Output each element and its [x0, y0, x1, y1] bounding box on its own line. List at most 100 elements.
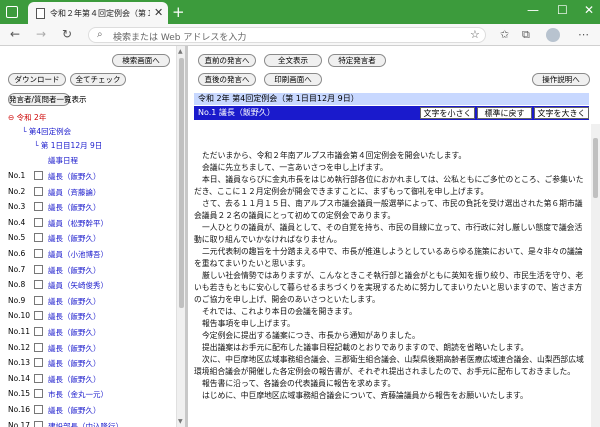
all-check-button[interactable]: 全てチェック: [70, 73, 126, 86]
full-text-button[interactable]: 全文表示: [264, 54, 322, 67]
speaker-link[interactable]: 議員（矢崎俊秀）: [48, 280, 108, 291]
list-item[interactable]: No.8 議員（矢崎俊秀）: [0, 277, 175, 293]
speaker-link[interactable]: 議長（飯野久）: [48, 405, 101, 416]
speaker-list-button[interactable]: 発言者/質問者一覧表示: [8, 93, 87, 106]
row-checkbox[interactable]: [34, 217, 43, 227]
minutes-paragraph: ただいまから、令和２年南アルプス市議会第４回定例会を開会いたします。: [202, 151, 467, 160]
favorite-star-icon[interactable]: ☆: [470, 28, 480, 41]
minutes-text: ただいまから、令和２年南アルプス市議会第４回定例会を開会いたします。 会議に先立ち…: [194, 150, 589, 402]
window-menu-icon[interactable]: [6, 6, 18, 18]
favorites-icon[interactable]: ✩: [500, 28, 509, 41]
text-larger-button[interactable]: 文字を大きく: [534, 107, 589, 119]
page-icon: [36, 8, 45, 19]
list-item[interactable]: No.2 議員（斉藤論）: [0, 184, 175, 200]
row-checkbox[interactable]: [34, 202, 43, 212]
row-number: No.8: [8, 280, 26, 290]
row-checkbox[interactable]: [34, 249, 43, 258]
row-checkbox[interactable]: [34, 186, 43, 196]
address-input[interactable]: ⌕ 検索または Web アドレスを入力: [88, 27, 486, 43]
specific-speaker-button[interactable]: 特定発言者: [328, 54, 386, 67]
speaker-link[interactable]: 建設部長（中込隆行）: [48, 421, 123, 427]
speaker-link[interactable]: 議長（飯野久）: [48, 358, 101, 369]
next-remark-button[interactable]: 直後の発言へ: [198, 73, 256, 86]
row-checkbox[interactable]: [34, 264, 43, 274]
row-checkbox[interactable]: [34, 171, 43, 180]
text-standard-button[interactable]: 標準に戻す: [477, 107, 532, 119]
row-checkbox[interactable]: [34, 280, 43, 290]
list-item[interactable]: No.1 議長（飯野久）: [0, 168, 175, 184]
row-number: No.16: [8, 405, 30, 414]
list-item[interactable]: No.9 議長（飯野久）: [0, 293, 175, 309]
close-tab-icon[interactable]: ✕: [154, 6, 163, 19]
speaker-link[interactable]: 議長（飯野久）: [48, 202, 101, 213]
tree-agenda[interactable]: 議事日程: [48, 155, 78, 166]
close-window-icon[interactable]: ✕: [584, 3, 594, 17]
print-screen-button[interactable]: 印刷画面へ: [264, 73, 322, 86]
scroll-up-icon[interactable]: ▲: [178, 48, 183, 55]
row-checkbox[interactable]: [34, 389, 43, 399]
row-checkbox[interactable]: [34, 405, 43, 414]
list-item[interactable]: No.10 議長（飯野久）: [0, 308, 175, 324]
speaker-link[interactable]: 議長（飯野久）: [48, 265, 101, 276]
minutes-frame: 直前の発言へ 全文表示 特定発言者 直後の発言へ 印刷画面へ 操作説明へ 令和 …: [188, 46, 600, 427]
list-item[interactable]: No.3 議長（飯野久）: [0, 199, 175, 215]
speaker-link[interactable]: 議員（松野幹平）: [48, 218, 108, 229]
download-button[interactable]: ダウンロード: [8, 73, 66, 86]
list-item[interactable]: No.4 議員（松野幹平）: [0, 215, 175, 231]
tree-session[interactable]: └ 第4回定例会: [22, 126, 71, 137]
row-checkbox[interactable]: [34, 233, 43, 243]
speaker-link[interactable]: 議長（飯野久）: [48, 374, 101, 385]
speaker-link[interactable]: 議長（飯野久）: [48, 171, 101, 182]
list-item[interactable]: No.14 議長（飯野久）: [0, 371, 175, 387]
row-checkbox[interactable]: [34, 358, 43, 368]
forward-icon[interactable]: →: [36, 27, 46, 41]
row-checkbox[interactable]: [34, 311, 43, 321]
maximize-icon[interactable]: ☐: [557, 3, 568, 17]
left-scrollbar[interactable]: ▲ ▼: [176, 46, 185, 427]
tree-day[interactable]: └ 第 1日目12月 9日: [34, 140, 102, 151]
list-item[interactable]: No.11 議長（飯野久）: [0, 324, 175, 340]
speaker-link[interactable]: 議員（小池博吾）: [48, 249, 108, 260]
list-item[interactable]: No.12 議長（飯野久）: [0, 340, 175, 356]
operation-help-button[interactable]: 操作説明へ: [532, 73, 590, 86]
row-checkbox[interactable]: [34, 342, 43, 352]
minutes-paragraph: 今定例会に提出する議案につき、市長から通知がありました。: [202, 331, 420, 340]
list-item[interactable]: No.6 議員（小池博吾）: [0, 246, 175, 262]
text-smaller-button[interactable]: 文字を小さく: [420, 107, 475, 119]
search-screen-button[interactable]: 検索画面へ: [112, 54, 170, 67]
row-checkbox[interactable]: [34, 420, 43, 427]
scroll-thumb[interactable]: [179, 58, 184, 308]
more-icon[interactable]: ⋯: [578, 28, 589, 41]
right-scrollbar[interactable]: [591, 124, 600, 427]
scroll-thumb[interactable]: [593, 138, 598, 198]
row-checkbox[interactable]: [34, 373, 43, 383]
new-tab-icon[interactable]: +: [172, 3, 185, 21]
list-item[interactable]: No.17 建設部長（中込隆行）: [0, 418, 175, 427]
reload-icon[interactable]: ↻: [62, 27, 72, 41]
tree-year[interactable]: ⊖ 令和 2年: [8, 112, 46, 123]
list-item[interactable]: No.15 市長（金丸一元）: [0, 386, 175, 402]
speaker-link[interactable]: 議長（飯野久）: [48, 343, 101, 354]
avatar[interactable]: [546, 28, 560, 42]
meeting-title: 令和 2年 第4回定例会（第 1日目12月 9日）: [194, 93, 589, 105]
row-checkbox[interactable]: [34, 327, 43, 336]
browser-tab[interactable]: 令和２年第４回定例会（第１日目 ✕: [28, 2, 168, 24]
list-item[interactable]: No.5 議長（飯野久）: [0, 230, 175, 246]
list-item[interactable]: No.16 議長（飯野久）: [0, 402, 175, 418]
speaker-link[interactable]: 議長（飯野久）: [48, 327, 101, 338]
speaker-link[interactable]: 議長（飯野久）: [48, 311, 101, 322]
minutes-paragraph: 厳しい社会情勢ではありますが、こんなときこそ執行部と議会がともに英知を振り絞り、…: [194, 271, 584, 304]
back-icon[interactable]: ←: [10, 27, 20, 41]
collections-icon[interactable]: ⧉: [522, 28, 530, 42]
speaker-link[interactable]: 議員（斉藤論）: [48, 187, 101, 198]
row-checkbox[interactable]: [34, 295, 43, 305]
speaker-link[interactable]: 議長（飯野久）: [48, 296, 101, 307]
speaker-link[interactable]: 市長（金丸一元）: [48, 389, 108, 400]
list-item[interactable]: No.13 議長（飯野久）: [0, 355, 175, 371]
scroll-down-icon[interactable]: ▼: [178, 418, 183, 425]
branch-icon: └: [34, 141, 41, 150]
list-item[interactable]: No.7 議長（飯野久）: [0, 262, 175, 278]
minimize-icon[interactable]: —: [527, 3, 539, 17]
speaker-link[interactable]: 議長（飯野久）: [48, 233, 101, 244]
prev-remark-button[interactable]: 直前の発言へ: [198, 54, 256, 67]
